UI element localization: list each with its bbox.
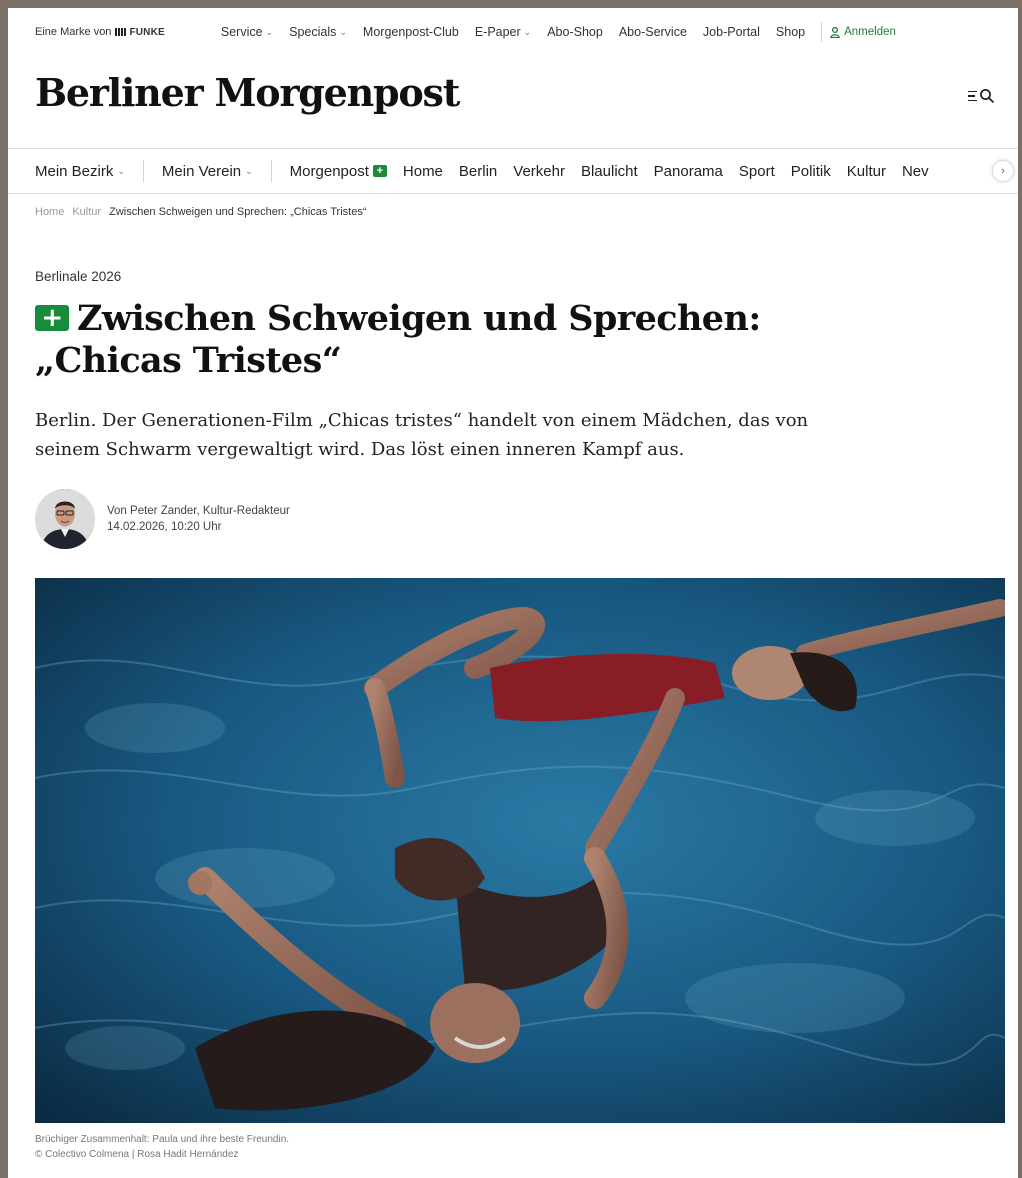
divider <box>142 160 144 182</box>
nav-morgenpost-plus[interactable]: Morgenpost + <box>282 163 395 180</box>
divider <box>270 160 272 182</box>
topnav-shop[interactable]: Shop <box>768 25 813 39</box>
plus-icon: + <box>372 165 387 177</box>
menu-search-button[interactable] <box>968 84 998 108</box>
plus-icon: + <box>35 305 69 331</box>
nav-label: Politik <box>790 162 831 180</box>
nav-label: Nev <box>901 162 929 180</box>
user-icon <box>830 26 841 38</box>
login-label: Anmelden <box>844 26 896 38</box>
divider <box>821 22 823 42</box>
nav-label: Home <box>402 162 443 180</box>
chevron-down-icon: ⌄ <box>265 26 274 37</box>
topnav-label: Abo-Service <box>618 25 687 39</box>
topnav-abo-shop[interactable]: Abo-Shop <box>539 25 611 39</box>
topnav-abo-service[interactable]: Abo-Service <box>611 25 695 39</box>
nav-politik[interactable]: Politik <box>783 163 839 180</box>
topnav-label: Shop <box>775 25 806 39</box>
topnav-label: Job-Portal <box>702 25 760 39</box>
nav-label: Sport <box>738 162 775 180</box>
funke-logo: FUNKE <box>115 26 165 38</box>
author-name[interactable]: Von Peter Zander, Kultur-Redakteur <box>107 505 290 517</box>
headline-text: Zwischen Schweigen und Sprechen: „Chicas… <box>35 298 761 381</box>
nav-label: Panorama <box>653 162 723 180</box>
nav-label: Mein Bezirk <box>35 162 114 180</box>
chevron-down-icon: ⌄ <box>523 26 532 37</box>
author-avatar[interactable] <box>35 489 95 549</box>
funke-logo-mark <box>115 28 127 36</box>
pool-scene-image <box>35 578 1005 1123</box>
topnav-label: E-Paper <box>474 25 521 39</box>
topnav-e-paper[interactable]: E-Paper ⌄ <box>467 25 539 39</box>
nav-label: Verkehr <box>513 162 565 180</box>
nav-home[interactable]: Home <box>395 163 451 180</box>
top-bar: Eine Marke von FUNKE Service ⌄ Specials … <box>8 8 1018 56</box>
login-button[interactable]: Anmelden <box>830 26 896 38</box>
author-photo <box>35 489 95 549</box>
chevron-right-icon: › <box>1001 165 1005 177</box>
topnav-service[interactable]: Service ⌄ <box>213 25 281 39</box>
nav-label: Morgenpost <box>289 162 369 180</box>
nav-label: Mein Verein <box>161 162 242 180</box>
funke-logo-text: FUNKE <box>129 26 165 38</box>
nav-label: Blaulicht <box>580 162 638 180</box>
nav-mein-bezirk[interactable]: Mein Bezirk ⌄ <box>35 163 133 180</box>
nav-scroll-button[interactable]: › <box>992 160 1014 182</box>
section-nav: Mein Bezirk ⌄ Mein Verein ⌄ Morgenpost +… <box>8 148 1018 194</box>
top-nav: Service ⌄ Specials ⌄ Morgenpost-Club E-P… <box>213 22 896 42</box>
topnav-specials[interactable]: Specials ⌄ <box>281 25 355 39</box>
nav-label: Berlin <box>458 162 498 180</box>
funke-brand-note[interactable]: Eine Marke von FUNKE <box>35 26 165 38</box>
nav-verkehr[interactable]: Verkehr <box>505 163 573 180</box>
nav-label: Kultur <box>846 162 886 180</box>
nav-blaulicht[interactable]: Blaulicht <box>573 163 646 180</box>
article-hero-image[interactable] <box>35 578 1005 1123</box>
article-kicker: Berlinale 2026 <box>35 269 122 284</box>
topnav-label: Abo-Shop <box>547 25 603 39</box>
chevron-down-icon: ⌄ <box>339 26 347 37</box>
page: Eine Marke von FUNKE Service ⌄ Specials … <box>8 8 1018 1178</box>
image-caption: Brüchiger Zusammenhalt: Paula und ihre b… <box>35 1132 289 1162</box>
nav-panorama[interactable]: Panorama <box>646 163 731 180</box>
breadcrumb-current: Zwischen Schweigen und Sprechen: „Chicas… <box>109 206 367 218</box>
nav-berlin[interactable]: Berlin <box>451 163 505 180</box>
menu-icon <box>968 90 977 102</box>
nav-sport[interactable]: Sport <box>731 163 783 180</box>
nav-news[interactable]: Nev <box>894 163 937 180</box>
article-headline: + Zwischen Schweigen und Sprechen: „Chica… <box>35 298 915 382</box>
publish-date: 14.02.2026, 10:20 Uhr <box>107 521 222 533</box>
breadcrumb-home[interactable]: Home <box>35 206 64 218</box>
topnav-morgenpost-club[interactable]: Morgenpost-Club <box>355 25 467 39</box>
topnav-job-portal[interactable]: Job-Portal <box>695 25 768 39</box>
author-info: Von Peter Zander, Kultur-Redakteur 14.02… <box>107 505 290 533</box>
image-credit: © Colectivo Colmena | Rosa Hadit Hernánd… <box>35 1149 239 1160</box>
nav-kultur[interactable]: Kultur <box>839 163 894 180</box>
topnav-label: Specials <box>289 25 337 39</box>
article-teaser: Berlin. Der Generationen-Film „Chicas tr… <box>35 410 809 460</box>
topnav-label: Service <box>220 25 263 39</box>
chevron-down-icon: ⌄ <box>245 165 253 176</box>
chevron-down-icon: ⌄ <box>117 165 125 176</box>
site-logo[interactable]: Berliner Morgenpost <box>35 70 460 115</box>
caption-text: Brüchiger Zusammenhalt: Paula und ihre b… <box>35 1134 290 1145</box>
brand-note-text: Eine Marke von <box>35 26 112 38</box>
topnav-label: Morgenpost-Club <box>362 25 459 39</box>
breadcrumb-kultur[interactable]: Kultur <box>72 206 101 218</box>
search-icon <box>980 89 995 104</box>
author-row: Von Peter Zander, Kultur-Redakteur 14.02… <box>35 489 290 549</box>
nav-mein-verein[interactable]: Mein Verein ⌄ <box>154 163 261 180</box>
breadcrumb: Home Kultur Zwischen Schweigen und Sprec… <box>35 206 367 218</box>
